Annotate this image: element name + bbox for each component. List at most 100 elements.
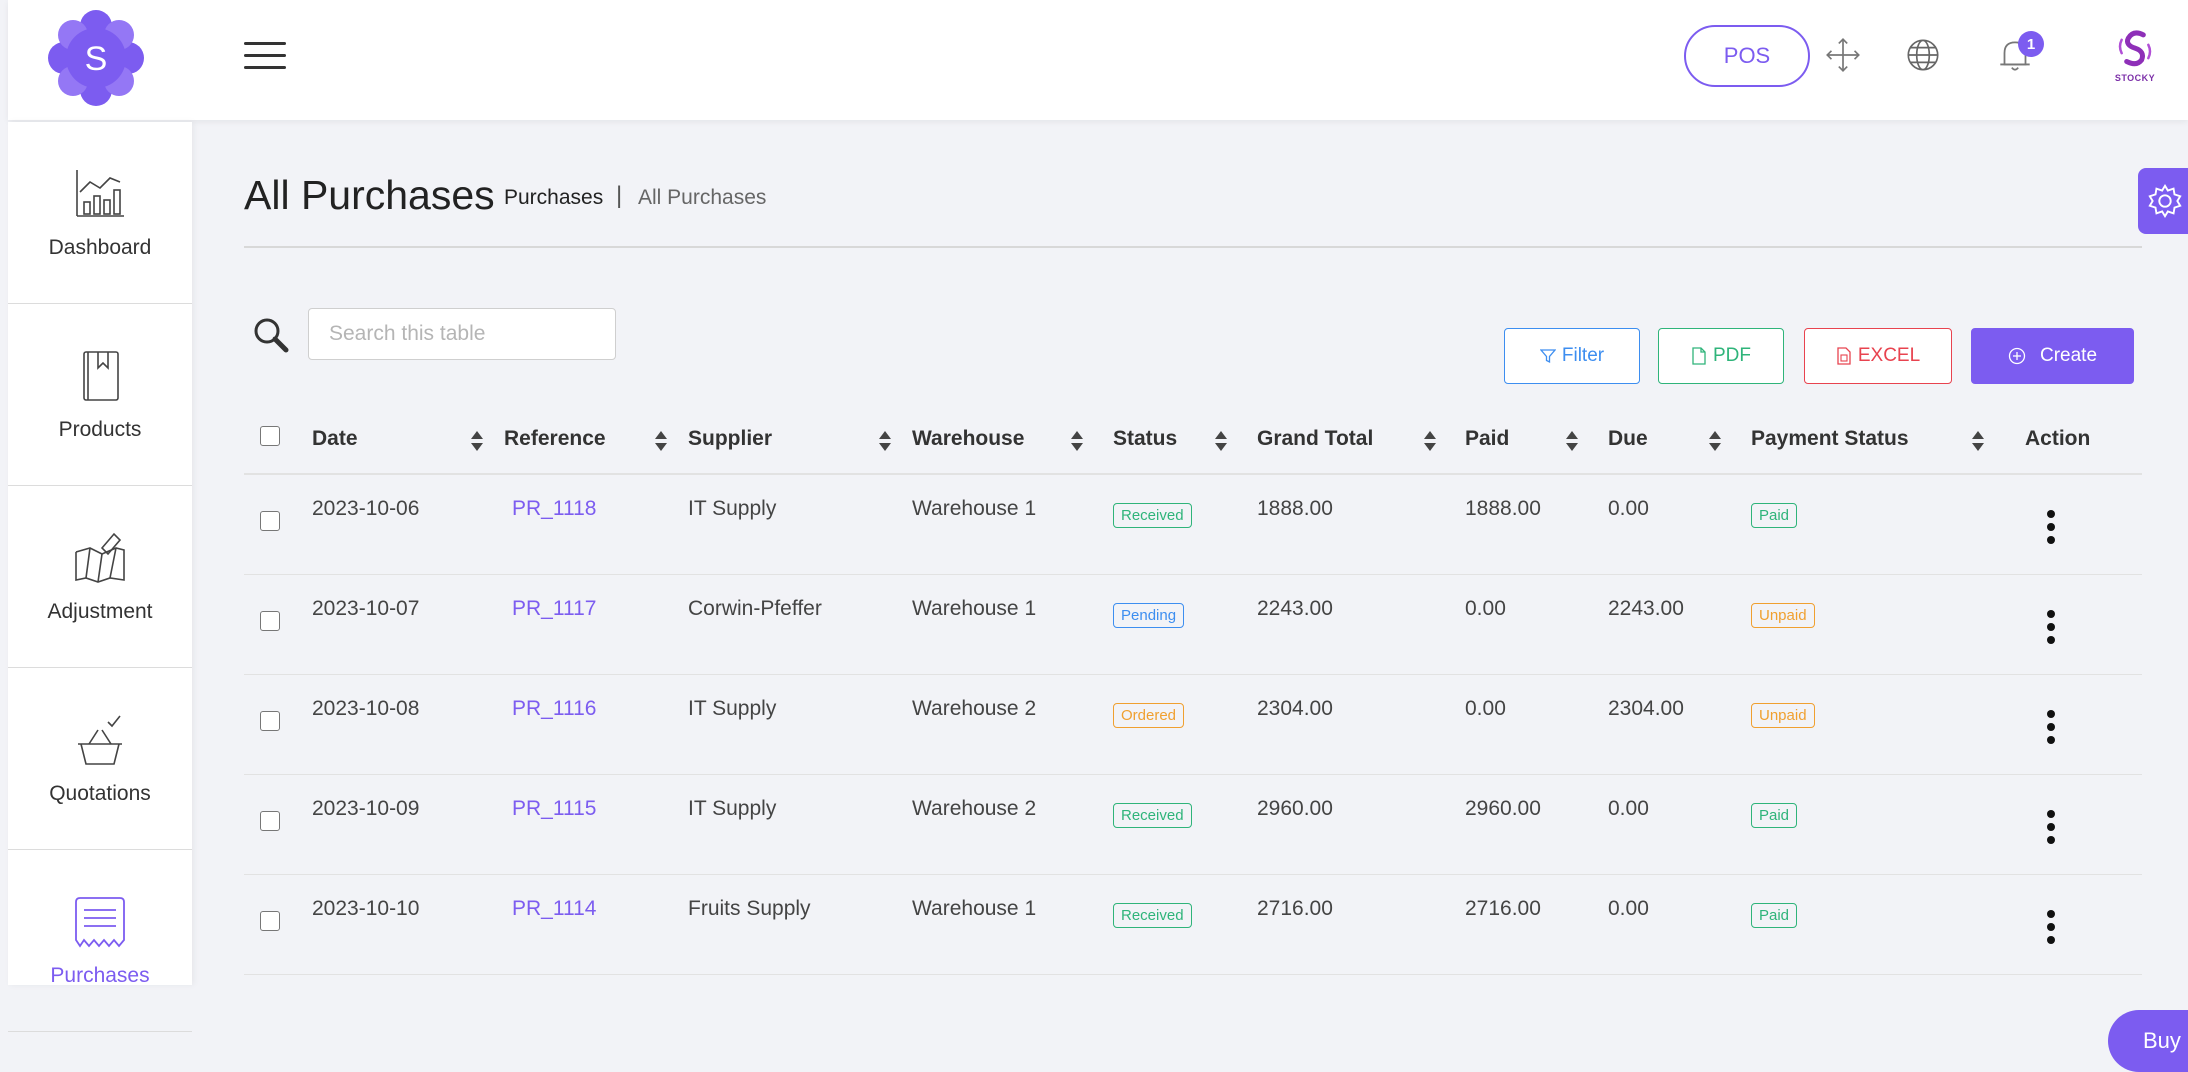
- fullscreen-icon[interactable]: [1822, 34, 1864, 76]
- map-pencil-icon: [75, 532, 125, 583]
- cell-paid: 0.00: [1465, 674, 1608, 775]
- more-vertical-icon[interactable]: [2045, 709, 2057, 745]
- column-header-supplier[interactable]: Supplier: [688, 404, 912, 475]
- cell-grand-total: 1888.00: [1257, 474, 1465, 575]
- sidebar-item-quotations[interactable]: Quotations: [8, 668, 192, 850]
- app-logo[interactable]: S: [46, 8, 146, 108]
- filter-button-label: Filter: [1561, 345, 1605, 366]
- cell-payment-status: Paid: [1751, 774, 2011, 875]
- row-checkbox[interactable]: [260, 710, 280, 731]
- cell-date: 2023-10-09: [312, 774, 504, 875]
- column-header-date[interactable]: Date: [312, 404, 504, 475]
- cell-supplier: Fruits Supply: [688, 874, 912, 975]
- reference-link[interactable]: PR_1118: [512, 497, 596, 520]
- customizer-toggle-button[interactable]: [2138, 168, 2188, 234]
- cell-paid: 2716.00: [1465, 874, 1608, 975]
- breadcrumb-parent[interactable]: Purchases: [504, 186, 603, 210]
- main-content: All Purchases Purchases | All Purchases …: [192, 120, 2188, 1072]
- cell-warehouse: Warehouse 1: [912, 474, 1113, 575]
- select-all-checkbox[interactable]: [260, 425, 280, 446]
- sidebar-item-label: Dashboard: [48, 235, 152, 259]
- column-header-paid[interactable]: Paid: [1465, 404, 1608, 475]
- sidebar-item-products[interactable]: Products: [8, 304, 192, 486]
- row-select-cell: [244, 774, 312, 875]
- cell-grand-total: 2304.00: [1257, 674, 1465, 775]
- reference-link[interactable]: PR_1116: [512, 697, 596, 720]
- cell-warehouse: Warehouse 1: [912, 574, 1113, 675]
- purchases-table: Date Reference Supplier Warehouse Status…: [244, 404, 2142, 975]
- status-badge: Received: [1113, 802, 1192, 828]
- row-select-cell: [244, 674, 312, 775]
- status-badge: Pending: [1113, 602, 1185, 628]
- sort-icon[interactable]: [878, 430, 892, 452]
- table-row[interactable]: 2023-10-08 PR_1116 IT Supply Warehouse 2 Ord…: [244, 674, 2142, 775]
- buy-stocky-button[interactable]: Buy Stocky: [2108, 1010, 2188, 1072]
- column-header-grand-total[interactable]: Grand Total: [1257, 404, 1465, 475]
- table-row[interactable]: 2023-10-09 PR_1115 IT Supply Warehouse 2 Rec…: [244, 774, 2142, 875]
- cell-action: [2011, 874, 2142, 975]
- sort-icon[interactable]: [1070, 430, 1084, 452]
- svg-text:S: S: [85, 40, 108, 78]
- table-header-row: Date Reference Supplier Warehouse Status…: [244, 404, 2142, 475]
- status-badge: Ordered: [1113, 702, 1185, 728]
- pdf-export-button[interactable]: PDF: [1658, 328, 1784, 384]
- payment-status-badge: Paid: [1751, 902, 1798, 928]
- reference-link[interactable]: PR_1114: [512, 897, 596, 920]
- more-vertical-icon[interactable]: [2045, 809, 2057, 845]
- more-vertical-icon[interactable]: [2045, 509, 2057, 545]
- column-header-due[interactable]: Due: [1608, 404, 1751, 475]
- row-checkbox[interactable]: [260, 511, 280, 531]
- cell-warehouse: Warehouse 2: [912, 774, 1113, 875]
- row-checkbox[interactable]: [260, 910, 280, 931]
- chart-icon: [76, 169, 124, 217]
- more-vertical-icon[interactable]: [2045, 609, 2057, 645]
- column-header-warehouse[interactable]: Warehouse: [912, 404, 1113, 475]
- cell-date: 2023-10-08: [312, 674, 504, 775]
- cell-due: 2304.00: [1608, 674, 1751, 775]
- excel-file-icon: [1837, 347, 1851, 365]
- sort-icon[interactable]: [1565, 430, 1579, 452]
- sort-icon[interactable]: [1423, 430, 1437, 452]
- globe-icon[interactable]: [1902, 34, 1944, 76]
- sort-icon[interactable]: [654, 430, 668, 452]
- cell-reference: PR_1118: [504, 474, 688, 575]
- filter-button[interactable]: Filter: [1504, 328, 1640, 384]
- column-header-status[interactable]: Status: [1113, 404, 1257, 475]
- table-row[interactable]: 2023-10-07 PR_1117 Corwin-Pfeffer Warehouse…: [244, 574, 2142, 675]
- cell-action: [2011, 774, 2142, 875]
- payment-status-badge: Unpaid: [1751, 702, 1815, 728]
- cell-payment-status: Unpaid: [1751, 574, 2011, 675]
- create-button[interactable]: Create: [1971, 328, 2134, 384]
- sort-icon[interactable]: [470, 430, 484, 452]
- sidebar-item-adjustment[interactable]: Adjustment: [8, 486, 192, 668]
- more-vertical-icon[interactable]: [2045, 909, 2057, 945]
- sidebar-item-label: Purchases: [50, 963, 150, 987]
- reference-link[interactable]: PR_1115: [512, 797, 596, 820]
- cell-supplier: Corwin-Pfeffer: [688, 574, 912, 675]
- column-header-reference[interactable]: Reference: [504, 404, 688, 475]
- reference-link[interactable]: PR_1117: [512, 597, 596, 620]
- plus-circle-icon: [2008, 347, 2026, 365]
- table-row[interactable]: 2023-10-10 PR_1114 Fruits Supply Warehouse …: [244, 874, 2142, 975]
- sidebar-item-label: Adjustment: [47, 599, 153, 623]
- excel-export-button[interactable]: EXCEL: [1804, 328, 1952, 384]
- row-checkbox[interactable]: [260, 810, 280, 831]
- table-row[interactable]: 2023-10-06 PR_1118 IT Supply Warehouse 1 Rec…: [244, 474, 2142, 575]
- excel-button-label: EXCEL: [1857, 345, 1921, 366]
- cell-warehouse: Warehouse 2: [912, 674, 1113, 775]
- menu-toggle-button[interactable]: [244, 42, 286, 72]
- search-input[interactable]: [308, 308, 616, 360]
- pos-button[interactable]: POS: [1684, 25, 1810, 87]
- row-checkbox[interactable]: [260, 610, 280, 631]
- cell-grand-total: 2243.00: [1257, 574, 1465, 675]
- cell-action: [2011, 474, 2142, 575]
- sidebar-item-purchases[interactable]: Purchases: [8, 850, 192, 1032]
- title-divider: [244, 246, 2142, 248]
- sidebar-item-dashboard[interactable]: Dashboard: [8, 122, 192, 304]
- column-header-payment-status[interactable]: Payment Status: [1751, 404, 2011, 475]
- sort-icon[interactable]: [1214, 430, 1228, 452]
- sort-icon[interactable]: [1971, 430, 1985, 452]
- cell-supplier: IT Supply: [688, 774, 912, 875]
- pdf-file-icon: [1692, 347, 1706, 365]
- sort-icon[interactable]: [1708, 430, 1722, 452]
